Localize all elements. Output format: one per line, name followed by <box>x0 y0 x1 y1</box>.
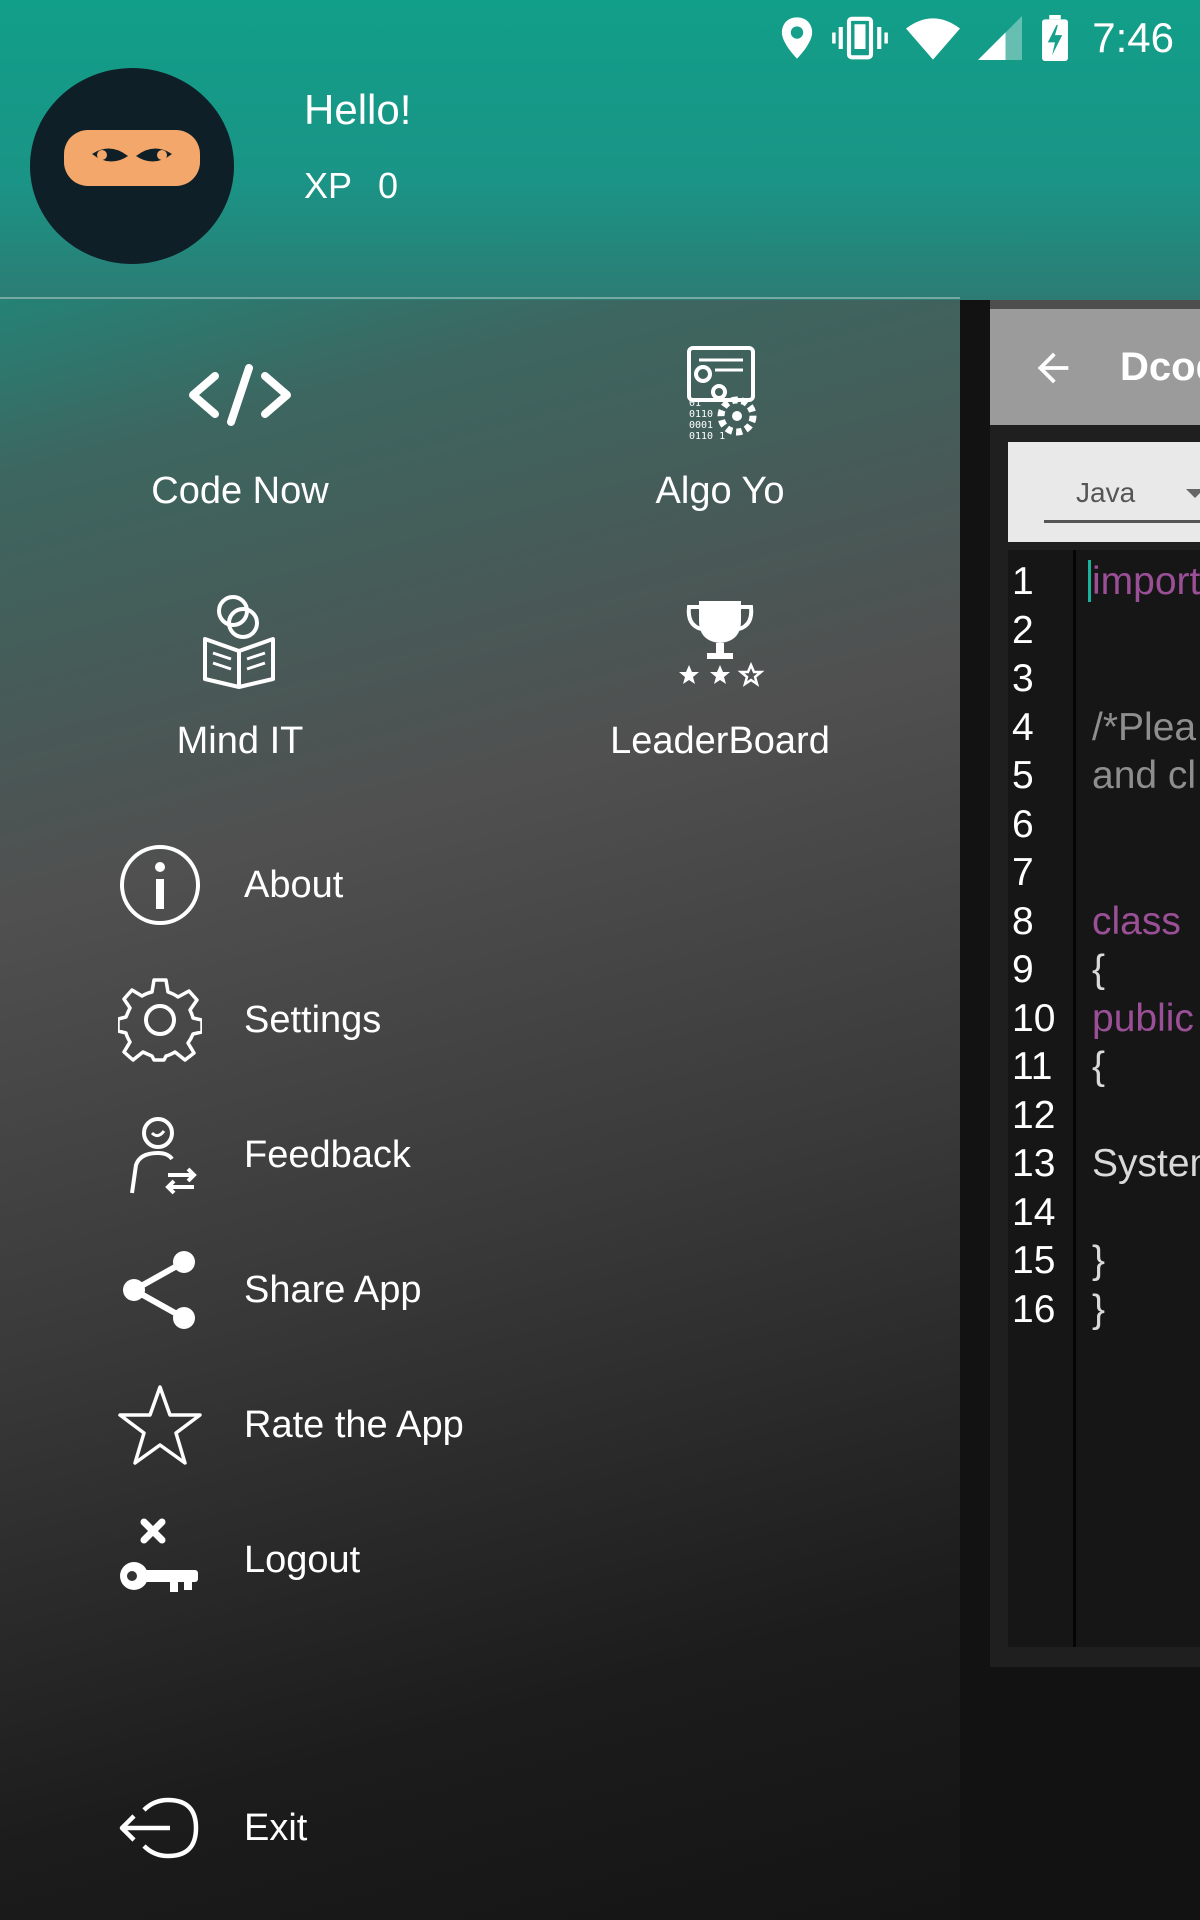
line-number-gutter: 1 2 3 4 5 6 7 8 9 10 11 12 13 14 15 16 <box>1008 550 1076 1647</box>
tile-algo-yo[interactable]: 01 0110 0001 0110 1 Algo Yo <box>480 340 960 530</box>
code-line: class <box>1092 899 1181 943</box>
tile-leaderboard[interactable]: LeaderBoard <box>480 585 960 775</box>
svg-text:0110: 0110 <box>689 409 713 420</box>
header-divider <box>0 297 960 299</box>
tile-algo-yo-label: Algo Yo <box>655 470 785 512</box>
line-number: 2 <box>1012 608 1034 652</box>
code-line: } <box>1092 1287 1106 1331</box>
svg-text:0001: 0001 <box>689 420 713 431</box>
menu-item-about-label: About <box>244 863 344 906</box>
line-number: 5 <box>1012 754 1034 797</box>
code-line: { <box>1092 948 1106 991</box>
menu-item-share-app[interactable]: Share App <box>118 1245 818 1335</box>
line-number: 3 <box>1012 657 1034 700</box>
code-icon <box>189 364 291 426</box>
line-number: 8 <box>1012 899 1034 943</box>
location-icon <box>782 17 813 59</box>
avatar[interactable] <box>30 68 234 264</box>
code-line: } <box>1092 1239 1106 1282</box>
menu-item-share-app-label: Share App <box>244 1268 422 1311</box>
menu-item-feedback-label: Feedback <box>244 1133 411 1176</box>
algorithm-icon: 01 0110 0001 0110 1 <box>687 346 757 442</box>
menu-item-about[interactable]: About <box>118 840 818 930</box>
xp-display: XP 0 <box>304 165 398 207</box>
menu-item-exit[interactable]: Exit <box>118 1783 818 1873</box>
trophy-icon <box>679 601 765 687</box>
line-number: 13 <box>1012 1142 1056 1185</box>
svg-text:0110 1: 0110 1 <box>689 431 725 442</box>
svg-text:01: 01 <box>689 398 701 409</box>
menu-item-settings-label: Settings <box>244 998 382 1041</box>
language-selected: Java <box>1076 477 1136 508</box>
exit-icon <box>119 1797 199 1859</box>
battery-charging-icon <box>1042 15 1069 61</box>
status-bar: 7:46 <box>0 0 1200 72</box>
ninja-avatar-icon <box>64 130 200 186</box>
line-number: 4 <box>1012 705 1034 749</box>
line-number: 7 <box>1012 851 1034 894</box>
xp-value: 0 <box>378 165 399 206</box>
menu-item-exit-label: Exit <box>244 1806 308 1849</box>
background-title: Dcod <box>1120 345 1200 389</box>
star-icon <box>118 1385 202 1465</box>
tile-code-now[interactable]: Code Now <box>0 340 480 530</box>
menu-item-rate-app[interactable]: Rate the App <box>118 1380 818 1470</box>
info-icon <box>120 845 200 925</box>
gear-icon <box>118 978 202 1062</box>
tile-code-now-label: Code Now <box>151 470 329 512</box>
language-underline <box>1044 520 1200 523</box>
tile-leaderboard-label: LeaderBoard <box>610 720 830 762</box>
background-editor-screen: Dcod Java 12345678910111213141516 import… <box>990 257 1200 1667</box>
vibrate-icon <box>832 16 889 60</box>
wifi-icon <box>906 18 961 60</box>
line-number: 1 <box>1012 560 1034 603</box>
code-line: import <box>1092 560 1200 603</box>
code-line: /*Plea <box>1092 705 1197 749</box>
back-arrow-icon[interactable] <box>1030 345 1076 391</box>
line-number: 15 <box>1012 1239 1056 1282</box>
signal-icon <box>978 16 1023 60</box>
line-number: 14 <box>1012 1190 1056 1234</box>
reader-icon <box>203 595 275 689</box>
menu-item-settings[interactable]: Settings <box>118 975 818 1065</box>
tile-mind-it-label: Mind IT <box>176 720 304 762</box>
code-line: and cl <box>1092 754 1197 797</box>
code-editor[interactable]: 1 2 3 4 5 6 7 8 9 10 11 12 13 14 15 16 import/*Plea and … <box>1008 550 1200 1647</box>
share-icon <box>123 1251 195 1329</box>
menu-item-logout-label: Logout <box>244 1538 361 1581</box>
xp-label: XP <box>304 165 353 206</box>
feedback-icon <box>130 1117 197 1195</box>
background-toolbar: Dcod <box>990 309 1200 425</box>
code-line: System <box>1092 1142 1200 1185</box>
tile-mind-it[interactable]: Mind IT <box>0 585 480 775</box>
code-line: public <box>1092 996 1194 1040</box>
menu-item-feedback[interactable]: Feedback <box>118 1110 818 1200</box>
menu-item-rate-app-label: Rate the App <box>244 1403 464 1446</box>
greeting-text: Hello! <box>304 86 412 133</box>
line-number: 12 <box>1012 1093 1056 1137</box>
logout-key-icon <box>120 1518 198 1592</box>
dropdown-caret-icon <box>1186 489 1200 498</box>
code-line: { <box>1092 1045 1106 1088</box>
line-number: 10 <box>1012 996 1056 1040</box>
menu-item-logout[interactable]: Logout <box>118 1515 818 1605</box>
status-time: 7:46 <box>1092 14 1174 61</box>
line-number: 11 <box>1012 1045 1053 1088</box>
line-number: 6 <box>1012 802 1034 846</box>
line-number: 9 <box>1012 948 1034 991</box>
line-number: 16 <box>1012 1287 1056 1331</box>
language-selector[interactable]: Java <box>1008 442 1200 542</box>
text-cursor <box>1088 560 1091 602</box>
